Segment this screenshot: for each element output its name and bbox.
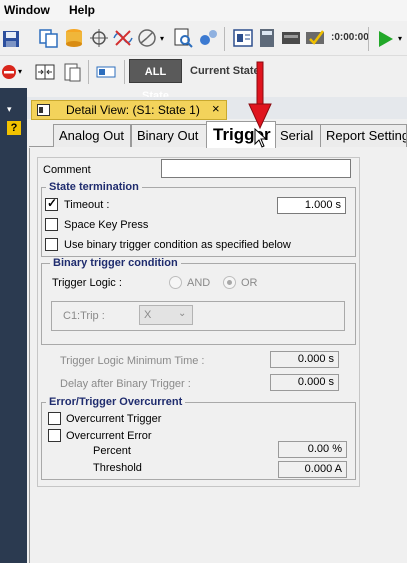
toolbar-separator (224, 27, 225, 51)
threshold-value-field[interactable]: 0.000 A (278, 461, 347, 478)
play-dropdown-icon[interactable]: ▾ (398, 34, 402, 43)
c1-trip-select[interactable]: X ⌄ (139, 305, 193, 325)
tab-binary-out[interactable]: Binary Out (131, 124, 208, 147)
or-label: OR (241, 277, 258, 289)
overcurrent-trigger-checkbox[interactable] (48, 412, 61, 425)
report-search-icon[interactable] (172, 27, 194, 49)
annotation-arrow-icon (248, 61, 272, 130)
detail-view-icon (37, 104, 50, 116)
menu-window[interactable]: Window (4, 3, 50, 17)
comment-input[interactable] (161, 159, 351, 178)
comment-label: Comment (43, 164, 91, 176)
help-badge[interactable]: ? (7, 121, 21, 135)
overcurrent-trigger-label: Overcurrent Trigger (66, 413, 162, 425)
min-time-label: Trigger Logic Minimum Time : (60, 355, 205, 367)
mouse-cursor-icon (254, 128, 268, 148)
delay-value-field[interactable]: 0.000 s (270, 374, 339, 391)
collapse-arrow-icon[interactable]: ▾ (7, 104, 12, 115)
binary-trigger-legend: Binary trigger condition (50, 257, 181, 269)
min-time-value-field[interactable]: 0.000 s (270, 351, 339, 368)
vector-icon[interactable] (136, 27, 158, 49)
toolbar-separator (88, 60, 89, 84)
menu-bar: Window Help (0, 0, 407, 21)
state-view-icon[interactable] (95, 61, 117, 83)
chevron-down-icon: ⌄ (178, 308, 187, 319)
trigger-logic-label: Trigger Logic : (52, 277, 122, 289)
delay-label: Delay after Binary Trigger : (60, 378, 191, 390)
target-icon[interactable] (88, 27, 110, 49)
overcurrent-error-label: Overcurrent Error (66, 430, 152, 442)
percent-value-field[interactable]: 0.00 % (278, 441, 347, 458)
tab-serial[interactable]: Serial (274, 124, 321, 147)
all-state-button[interactable]: ALL State (129, 59, 182, 102)
tab-analog-out[interactable]: Analog Out (53, 124, 131, 147)
calculator-icon[interactable] (256, 27, 278, 49)
and-radio[interactable] (169, 276, 182, 289)
remove-dropdown-icon[interactable]: ▾ (18, 67, 22, 76)
paste-icon[interactable] (61, 61, 83, 83)
bin-counter: :0:00:00 (331, 32, 369, 43)
space-key-checkbox[interactable] (45, 218, 58, 231)
binary-trigger-label: Use binary trigger condition as specifie… (64, 239, 291, 251)
toolbar-separator (124, 60, 125, 84)
insert-state-icon[interactable] (34, 61, 56, 83)
remove-icon[interactable] (0, 61, 18, 83)
binary-trigger-checkbox[interactable] (45, 238, 58, 251)
space-key-label: Space Key Press (64, 219, 149, 231)
save-icon[interactable] (1, 28, 21, 50)
dropdown-caret-icon[interactable]: ▾ (160, 34, 164, 43)
waveform-icon[interactable] (112, 27, 134, 49)
timeout-value-field[interactable]: 1.000 s (277, 197, 346, 214)
threshold-label: Threshold (93, 462, 142, 474)
gears-icon[interactable] (197, 27, 219, 49)
database-icon[interactable] (63, 27, 85, 49)
state-termination-legend: State termination (46, 181, 142, 193)
main-toolbar: ▾ :0:00:00 ▾ (0, 22, 407, 56)
close-icon[interactable]: × (212, 101, 220, 116)
detail-view-icon[interactable] (232, 27, 254, 49)
overcurrent-legend: Error/Trigger Overcurrent (46, 396, 186, 408)
toolbar-separator (368, 27, 369, 51)
play-icon[interactable] (374, 28, 396, 50)
or-radio[interactable] (223, 276, 236, 289)
tab-report-settings[interactable]: Report Settings (320, 124, 407, 147)
menu-help[interactable]: Help (69, 3, 95, 17)
detail-view-title: Detail View: (S1: State 1) (66, 103, 200, 117)
hardware-icon[interactable] (280, 27, 302, 49)
side-panel-strip (0, 88, 27, 563)
copy-icon[interactable] (38, 27, 60, 49)
and-label: AND (187, 277, 211, 289)
timeout-checkbox[interactable] (45, 196, 58, 211)
timeout-label: Timeout : (64, 199, 110, 211)
overcurrent-error-checkbox[interactable] (48, 429, 61, 442)
percent-label: Percent (93, 445, 131, 457)
check-list-icon[interactable] (304, 27, 326, 49)
c1-trip-label: C1:Trip : (63, 310, 105, 322)
